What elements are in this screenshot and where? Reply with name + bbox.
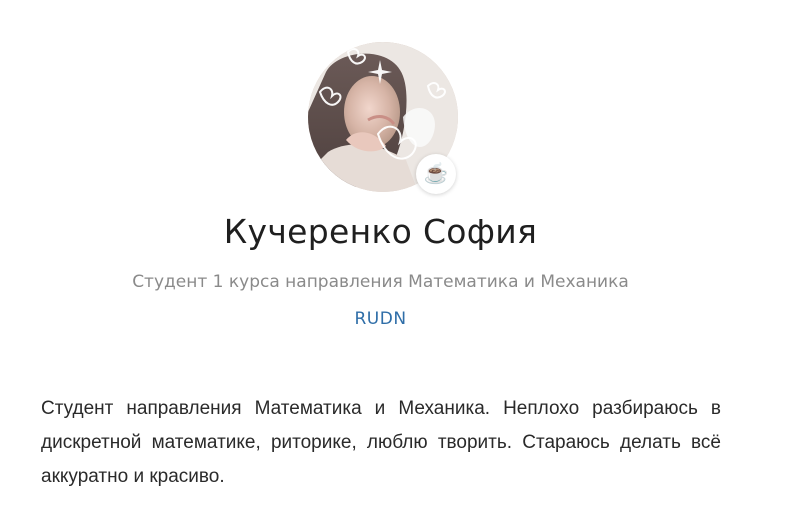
profile-bio: Студент направления Математика и Механик…: [41, 398, 721, 487]
profile-subtitle: Студент 1 курса направления Математика и…: [132, 272, 629, 292]
profile-name: Кучеренко София: [223, 212, 538, 251]
profile-avatar-container: ☕: [308, 42, 458, 194]
coffee-cup-icon: ☕: [416, 154, 456, 194]
organization-link[interactable]: RUDN: [0, 309, 761, 329]
